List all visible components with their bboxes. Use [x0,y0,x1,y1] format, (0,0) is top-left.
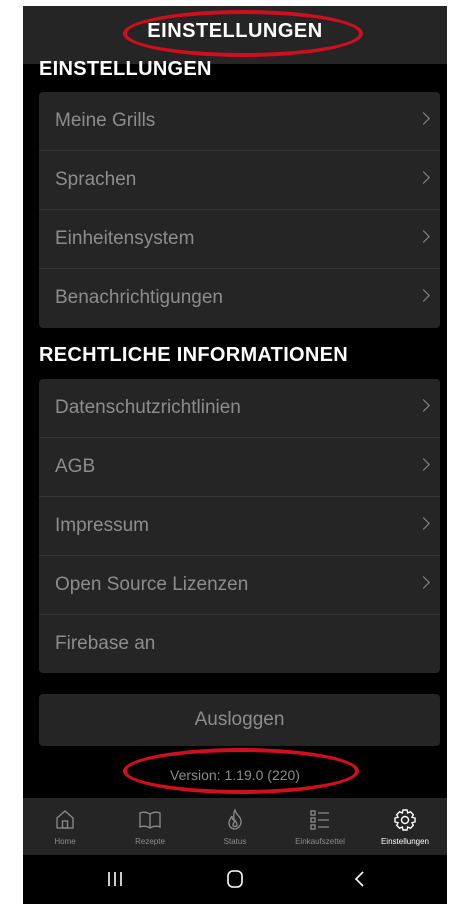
settings-item-notifications[interactable]: Benachrichtigungen [39,269,440,328]
system-navigation-bar [23,855,447,904]
chevron-right-icon [417,171,430,184]
section-title-settings: EINSTELLUNGEN [39,58,212,80]
tab-label: Status [223,837,247,846]
legal-item-terms[interactable]: AGB [39,438,440,497]
gear-icon [394,809,416,831]
tab-home[interactable]: Home [23,798,107,855]
bottom-tab-bar: Home Rezepte Status Einkaufszettel Einst… [23,798,447,855]
settings-card: Meine Grills Sprachen Einheitensystem Be… [39,92,440,328]
logout-button[interactable]: Ausloggen [39,694,440,746]
legal-item-firebase[interactable]: Firebase an [39,615,440,674]
legal-item-label: AGB [55,456,96,477]
settings-item-label: Benachrichtigungen [55,287,223,308]
tab-label: Einstellungen [380,837,430,846]
chevron-right-icon [417,399,430,412]
settings-item-languages[interactable]: Sprachen [39,151,440,210]
tab-label: Rezepte [135,837,165,846]
tab-label: Einkaufszettel [295,837,345,846]
chevron-right-icon [417,458,430,471]
tab-label: Home [54,837,76,846]
flame-icon [228,808,242,830]
tab-settings[interactable]: Einstellungen [363,798,447,855]
back-icon[interactable] [345,867,375,891]
recent-apps-icon[interactable] [100,867,130,891]
settings-item-label: Meine Grills [55,110,156,131]
legal-item-label: Open Source Lizenzen [55,574,249,595]
settings-screen: EINSTELLUNGEN EINSTELLUNGEN Meine Grills… [23,6,447,904]
legal-item-label: Datenschutzrichtlinien [55,397,241,418]
legal-item-label: Impressum [55,515,149,536]
annotation-oval-version [123,748,359,794]
chevron-right-icon [417,289,430,302]
settings-item-label: Einheitensystem [55,228,195,249]
tab-status[interactable]: Status [193,798,277,855]
chevron-right-icon [417,517,430,530]
legal-item-open-source-licenses[interactable]: Open Source Lizenzen [39,556,440,615]
settings-item-label: Sprachen [55,169,137,190]
annotation-oval-title [123,10,363,57]
section-title-legal: RECHTLICHE INFORMATIONEN [39,344,349,366]
book-icon [139,811,161,829]
legal-card: Datenschutzrichtlinien AGB Impressum Ope… [39,379,440,673]
list-icon [310,810,329,830]
legal-item-label: Firebase an [55,633,156,654]
legal-item-imprint[interactable]: Impressum [39,497,440,556]
chevron-right-icon [417,112,430,125]
home-icon [56,810,74,829]
tab-recipes[interactable]: Rezepte [108,798,192,855]
home-button-icon[interactable] [220,867,250,891]
settings-item-unit-system[interactable]: Einheitensystem [39,210,440,269]
tab-shopping-list[interactable]: Einkaufszettel [278,798,362,855]
chevron-right-icon [417,576,430,589]
settings-item-my-grills[interactable]: Meine Grills [39,92,440,151]
legal-item-privacy-policy[interactable]: Datenschutzrichtlinien [39,379,440,438]
chevron-right-icon [417,230,430,243]
